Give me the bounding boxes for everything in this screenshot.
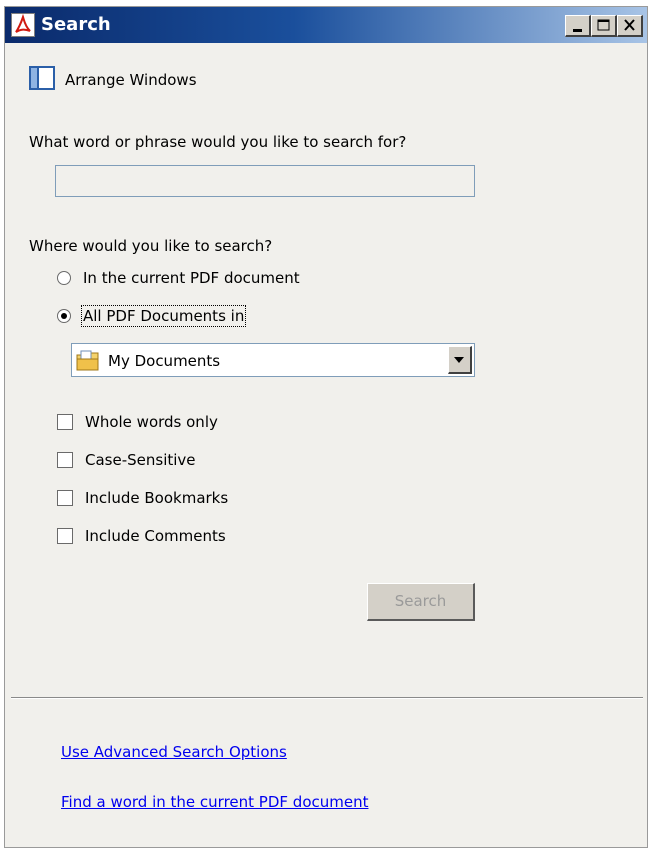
radio-current-document[interactable]: In the current PDF document <box>57 269 300 287</box>
section-divider <box>11 697 643 699</box>
window-title: Search <box>41 14 111 35</box>
folder-select[interactable]: My Documents <box>71 343 475 377</box>
maximize-button[interactable] <box>591 15 617 37</box>
arrange-windows-button[interactable]: Arrange Windows <box>29 65 197 95</box>
checkbox-case-sensitive[interactable]: Case-Sensitive <box>57 451 196 469</box>
radio-button[interactable] <box>57 271 71 285</box>
checkbox-label: Whole words only <box>85 413 218 431</box>
search-window: Search Arrange Windows What word or phra… <box>4 6 648 848</box>
find-word-link[interactable]: Find a word in the current PDF document <box>61 793 368 811</box>
checkbox[interactable] <box>57 452 73 468</box>
checkbox-label: Case-Sensitive <box>85 451 196 469</box>
location-question-label: Where would you like to search? <box>29 237 273 255</box>
radio-label: All PDF Documents in <box>80 305 247 327</box>
dropdown-arrow-button[interactable] <box>448 346 472 374</box>
title-bar[interactable]: Search <box>5 7 647 43</box>
checkbox[interactable] <box>57 528 73 544</box>
pdf-app-icon <box>11 13 35 37</box>
checkbox-label: Include Bookmarks <box>85 489 229 507</box>
advanced-search-link[interactable]: Use Advanced Search Options <box>61 743 287 761</box>
checkbox-whole-words[interactable]: Whole words only <box>57 413 218 431</box>
search-button[interactable]: Search <box>367 583 475 621</box>
minimize-button[interactable] <box>565 15 591 37</box>
checkbox-include-bookmarks[interactable]: Include Bookmarks <box>57 489 228 507</box>
folder-select-value: My Documents <box>108 352 221 370</box>
arrange-windows-icon <box>29 66 55 94</box>
arrange-windows-label: Arrange Windows <box>65 71 197 89</box>
radio-all-documents[interactable]: All PDF Documents in <box>57 305 247 327</box>
search-input[interactable] <box>56 166 474 196</box>
close-button[interactable] <box>617 15 643 37</box>
radio-label: In the current PDF document <box>83 269 300 287</box>
search-question-label: What word or phrase would you like to se… <box>29 133 407 151</box>
search-input-container[interactable] <box>55 165 475 197</box>
checkbox[interactable] <box>57 490 73 506</box>
checkbox[interactable] <box>57 414 73 430</box>
checkbox-label: Include Comments <box>85 527 226 545</box>
checkbox-include-comments[interactable]: Include Comments <box>57 527 226 545</box>
folder-icon <box>76 350 100 372</box>
radio-button-selected[interactable] <box>57 309 71 323</box>
